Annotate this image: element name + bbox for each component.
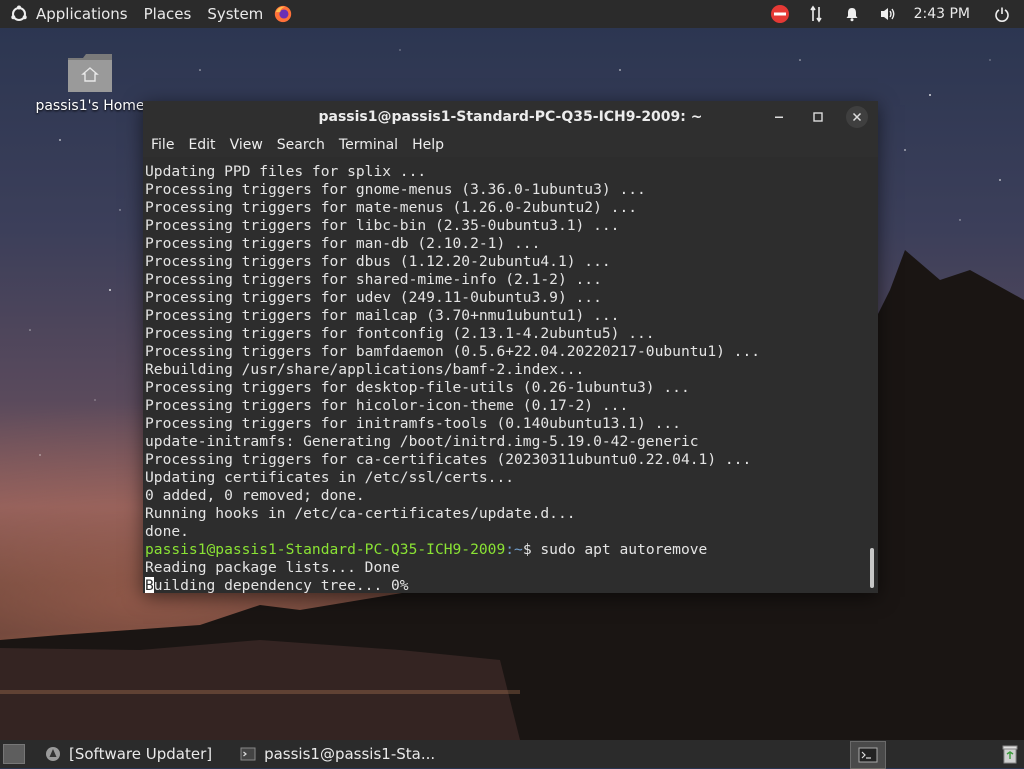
taskbar-label-terminal: passis1@passis1-Sta... — [264, 745, 436, 763]
output-line: done. — [145, 523, 189, 540]
output-line: Updating PPD files for splix ... — [145, 163, 427, 180]
output-line: Processing triggers for initramfs-tools … — [145, 415, 681, 432]
terminal-titlebar[interactable]: passis1@passis1-Standard-PC-Q35-ICH9-200… — [143, 101, 878, 133]
maximize-button[interactable] — [807, 106, 829, 128]
software-updater-icon — [45, 746, 61, 762]
output-line: Processing triggers for mate-menus (1.26… — [145, 199, 638, 216]
clock[interactable]: 2:43 PM — [914, 6, 970, 22]
power-icon[interactable] — [992, 4, 1012, 24]
output-line: Reading package lists... Done — [145, 559, 400, 576]
output-line: Processing triggers for hicolor-icon-the… — [145, 397, 629, 414]
desktop-home-icon[interactable]: passis1's Home — [30, 52, 150, 114]
workspace-terminal-icon — [858, 747, 878, 763]
home-folder-label: passis1's Home — [35, 98, 145, 114]
bottom-panel: [Software Updater] passis1@passis1-Sta..… — [0, 740, 1024, 769]
terminal-menubar: File Edit View Search Terminal Help — [143, 133, 878, 157]
taskbar-software-updater[interactable]: [Software Updater] — [39, 740, 218, 768]
taskbar-terminal[interactable]: passis1@passis1-Sta... — [234, 740, 441, 768]
output-line: Processing triggers for desktop-file-uti… — [145, 379, 690, 396]
output-line: 0 added, 0 removed; done. — [145, 487, 365, 504]
menu-search[interactable]: Search — [270, 133, 332, 157]
notification-bell-icon[interactable] — [842, 4, 862, 24]
output-line: Processing triggers for bamfdaemon (0.5.… — [145, 343, 761, 360]
prompt-path: :~ — [505, 541, 523, 558]
current-line-text: uilding dependency tree... 0% — [153, 577, 409, 593]
terminal-icon — [240, 746, 256, 762]
prompt-line: passis1@passis1-Standard-PC-Q35-ICH9-200… — [143, 541, 878, 559]
menu-terminal[interactable]: Terminal — [332, 133, 405, 157]
top-panel: Applications Places System 2:43 PM — [0, 0, 1024, 28]
menu-view[interactable]: View — [223, 133, 270, 157]
show-desktop-button[interactable] — [3, 744, 25, 764]
menu-help[interactable]: Help — [405, 133, 451, 157]
output-line: Processing triggers for dbus (1.12.20-2u… — [145, 253, 611, 270]
minimize-icon — [775, 116, 783, 118]
output-line: Processing triggers for shared-mime-info… — [145, 271, 602, 288]
volume-icon[interactable] — [878, 4, 898, 24]
menu-system[interactable]: System — [199, 0, 271, 28]
output-line: Processing triggers for fontconfig (2.13… — [145, 325, 655, 342]
network-icon[interactable] — [806, 4, 826, 24]
prompt-user: passis1@passis1-Standard-PC-Q35-ICH9-200… — [145, 541, 506, 558]
terminal-output[interactable]: Updating PPD files for splix ... Processi… — [143, 163, 878, 593]
output-line: Processing triggers for ca-certificates … — [145, 451, 752, 468]
output-line: Running hooks in /etc/ca-certificates/up… — [145, 505, 576, 522]
firefox-icon[interactable] — [273, 4, 293, 24]
output-line: Processing triggers for libc-bin (2.35-0… — [145, 217, 620, 234]
current-line: Building dependency tree... 0% — [143, 577, 878, 593]
home-folder-icon — [67, 52, 113, 94]
menu-applications[interactable]: Applications — [28, 0, 136, 28]
output-line: update-initramfs: Generating /boot/initr… — [145, 433, 699, 450]
output-line: Updating certificates in /etc/ssl/certs.… — [145, 469, 515, 486]
terminal-title: passis1@passis1-Standard-PC-Q35-ICH9-200… — [318, 109, 703, 125]
terminal-scrollbar[interactable] — [870, 548, 874, 588]
prompt-command: $ sudo apt autoremove — [522, 541, 708, 558]
maximize-icon — [813, 112, 823, 122]
close-icon — [852, 112, 862, 122]
workspace-switcher[interactable] — [850, 741, 886, 769]
output-line: Rebuilding /usr/share/applications/bamf-… — [145, 361, 585, 378]
output-line: Processing triggers for udev (249.11-0ub… — [145, 289, 602, 306]
terminal-cursor: B — [145, 577, 154, 593]
minimize-button[interactable] — [768, 106, 790, 128]
ubuntu-logo-icon[interactable] — [10, 5, 28, 23]
output-line: Processing triggers for man-db (2.10.2-1… — [145, 235, 541, 252]
menu-places[interactable]: Places — [136, 0, 200, 28]
trash-icon[interactable] — [1000, 744, 1020, 764]
terminal-window[interactable]: passis1@passis1-Standard-PC-Q35-ICH9-200… — [143, 101, 878, 593]
menu-file[interactable]: File — [144, 133, 181, 157]
output-line: Processing triggers for mailcap (3.70+nm… — [145, 307, 620, 324]
taskbar-label-software-updater: [Software Updater] — [69, 745, 213, 763]
do-not-disturb-icon[interactable] — [770, 4, 790, 24]
close-button[interactable] — [846, 106, 868, 128]
menu-edit[interactable]: Edit — [181, 133, 222, 157]
output-line: Processing triggers for gnome-menus (3.3… — [145, 181, 646, 198]
